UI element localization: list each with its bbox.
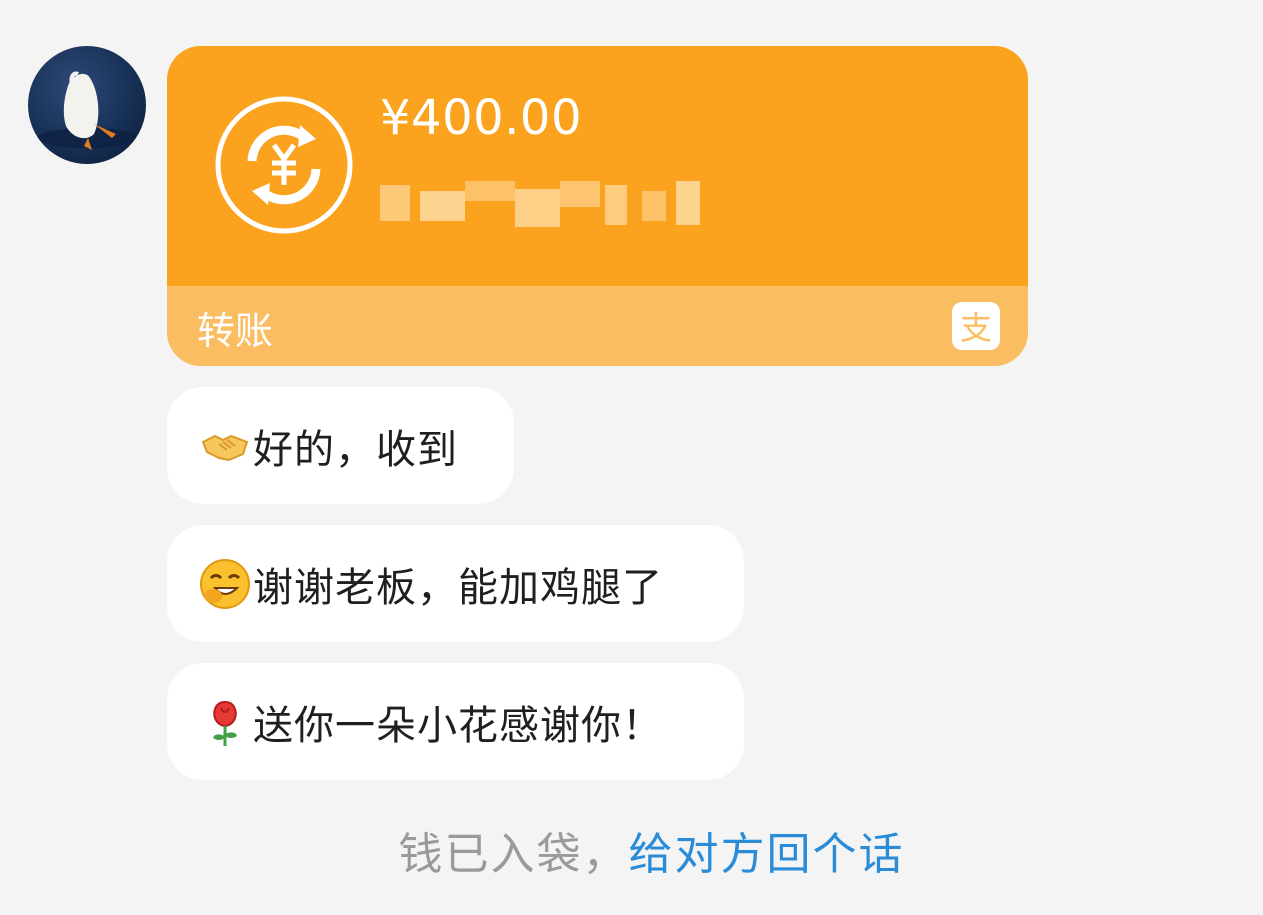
payment-received-notice: 钱已入袋，给对方回个话 xyxy=(0,818,1263,882)
grinning-hand-over-mouth-icon xyxy=(199,558,251,610)
message-text: 送你一朵小花感谢你！ xyxy=(253,702,663,749)
message-bubble[interactable]: 好的，收到 xyxy=(167,387,514,504)
transfer-memo-redacted xyxy=(380,181,702,227)
svg-text:支: 支 xyxy=(960,309,992,347)
alipay-icon: 支 xyxy=(952,302,1000,350)
message-text: 谢谢老板，能加鸡腿了 xyxy=(253,564,663,611)
handshake-icon xyxy=(199,420,251,472)
transfer-card[interactable]: ¥400.00 转账 支 xyxy=(167,46,1028,366)
notice-text: 钱已入袋， xyxy=(398,829,629,880)
transfer-card-footer: 转账 支 xyxy=(167,286,1028,366)
avatar[interactable] xyxy=(28,46,146,164)
message-bubble[interactable]: 谢谢老板，能加鸡腿了 xyxy=(167,525,744,642)
yuan-exchange-icon xyxy=(214,95,354,235)
duck-avatar-icon xyxy=(37,71,137,150)
transfer-card-body: ¥400.00 xyxy=(167,46,1028,286)
rose-icon xyxy=(199,696,251,748)
message-text: 好的，收到 xyxy=(253,426,458,473)
transfer-amount: ¥400.00 xyxy=(380,90,582,146)
reply-link[interactable]: 给对方回个话 xyxy=(629,829,905,880)
message-bubble[interactable]: 送你一朵小花感谢你！ xyxy=(167,663,744,780)
transfer-label: 转账 xyxy=(197,309,274,353)
